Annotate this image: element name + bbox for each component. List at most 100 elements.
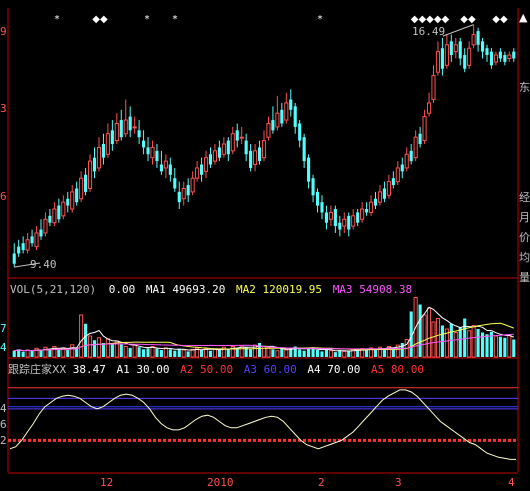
x-tick-dec: 12 bbox=[100, 476, 114, 489]
candle-body bbox=[298, 123, 302, 141]
candle-body bbox=[493, 54, 498, 63]
volume-bar bbox=[137, 347, 141, 357]
volume-bar bbox=[146, 348, 150, 357]
candle-body bbox=[480, 41, 485, 52]
candle-body bbox=[476, 31, 480, 45]
volume-bar bbox=[110, 343, 114, 357]
candle-body bbox=[275, 112, 280, 128]
signal-marker: * bbox=[173, 14, 178, 25]
peak-price-label: 16.49 bbox=[412, 25, 446, 38]
ma2-value: 120019.95 bbox=[262, 283, 323, 296]
volume-bar bbox=[431, 321, 436, 358]
candle-body bbox=[382, 188, 386, 199]
volume-bar bbox=[101, 343, 105, 357]
volume-bar bbox=[333, 352, 337, 357]
volume-bar bbox=[39, 350, 43, 357]
candle-body bbox=[377, 191, 383, 203]
a5-value: 80.00 bbox=[390, 363, 425, 376]
candle-body bbox=[110, 130, 114, 144]
candle-body bbox=[30, 236, 34, 244]
candle-body bbox=[271, 120, 275, 131]
candle-body bbox=[208, 154, 213, 165]
candle-body bbox=[458, 41, 462, 59]
candle-body bbox=[142, 140, 146, 148]
candle-body bbox=[293, 106, 297, 127]
a2-value: 50.00 bbox=[200, 363, 234, 376]
volume-bar bbox=[155, 348, 159, 357]
candle-body bbox=[489, 51, 494, 66]
candle-body bbox=[404, 153, 409, 169]
candle-body bbox=[356, 212, 360, 223]
candle-body bbox=[239, 136, 244, 139]
volume-bar bbox=[84, 323, 88, 357]
candle-body bbox=[92, 157, 97, 172]
candle-body bbox=[12, 253, 16, 264]
candle-body bbox=[150, 146, 155, 159]
candle-body bbox=[386, 181, 391, 196]
candle-body bbox=[101, 144, 105, 158]
volume-bar bbox=[422, 314, 427, 358]
volume-bar bbox=[159, 350, 163, 357]
volume-bar bbox=[168, 349, 172, 357]
ma1-value: 49693.20 bbox=[172, 283, 226, 296]
volume-bar bbox=[453, 332, 458, 358]
a3-value: 60.00 bbox=[263, 363, 297, 376]
side-char-6: 量 bbox=[519, 271, 530, 284]
price-axis-label-mid: 3 bbox=[0, 102, 7, 115]
candle-body bbox=[123, 119, 128, 135]
volume-bar bbox=[119, 344, 123, 357]
candle-body bbox=[280, 109, 284, 124]
volume-bar bbox=[177, 348, 181, 357]
volume-bar bbox=[471, 325, 476, 358]
candle-body bbox=[471, 34, 476, 46]
candle-body bbox=[440, 48, 444, 69]
candle-body bbox=[409, 150, 413, 162]
candle-body bbox=[422, 116, 427, 142]
candle-body bbox=[431, 75, 436, 101]
candle-body bbox=[105, 133, 110, 155]
volume-bar bbox=[132, 344, 137, 358]
volume-axis-label-high: 7 bbox=[0, 322, 7, 335]
candle-body bbox=[307, 157, 311, 182]
candle-body bbox=[435, 51, 441, 73]
low-price-label: 9.40 bbox=[30, 258, 57, 271]
candle-body bbox=[186, 185, 190, 196]
candle-body bbox=[235, 130, 239, 141]
candle-body bbox=[400, 164, 404, 172]
candle-body bbox=[25, 239, 30, 251]
candle-body bbox=[249, 150, 253, 168]
candle-body bbox=[181, 187, 186, 200]
indicator-name: 跟踪庄家X bbox=[8, 363, 60, 376]
volume-bar bbox=[284, 349, 289, 358]
candle-body bbox=[485, 48, 489, 56]
volume-bar bbox=[79, 314, 84, 358]
candle-body bbox=[48, 215, 52, 223]
candle-body bbox=[195, 167, 200, 179]
candle-body bbox=[84, 174, 88, 192]
volume-bar bbox=[186, 351, 190, 357]
signal-marker: ◆◆◆◆◆ bbox=[411, 14, 450, 25]
candle-body bbox=[61, 201, 66, 217]
candle-body bbox=[373, 198, 378, 206]
volume-bar bbox=[128, 347, 132, 357]
volume-bar bbox=[57, 349, 61, 357]
candle-body bbox=[230, 133, 235, 152]
candle-body bbox=[43, 218, 48, 234]
volume-bar bbox=[342, 350, 347, 358]
a4-label: A4 bbox=[307, 363, 321, 376]
ma3-label: MA3 bbox=[332, 283, 353, 296]
volume-bar bbox=[476, 329, 480, 357]
candle-body bbox=[289, 99, 293, 110]
volume-bar bbox=[92, 340, 97, 357]
candle-body bbox=[190, 177, 195, 193]
signal-marker: ◆◆ bbox=[92, 14, 108, 25]
candle-body bbox=[368, 201, 374, 213]
candle-body bbox=[87, 160, 93, 189]
chart-canvas[interactable]: * ◆◆ * * * ◆◆◆◆◆ ◆◆ ◆◆ bbox=[0, 0, 530, 491]
volume-bar bbox=[181, 349, 186, 358]
volume-bar bbox=[66, 350, 70, 357]
candle-body bbox=[413, 136, 418, 159]
candle-body bbox=[114, 122, 119, 142]
price-axis-label-top: 9 bbox=[0, 25, 7, 38]
peak-leader-line bbox=[442, 24, 474, 37]
